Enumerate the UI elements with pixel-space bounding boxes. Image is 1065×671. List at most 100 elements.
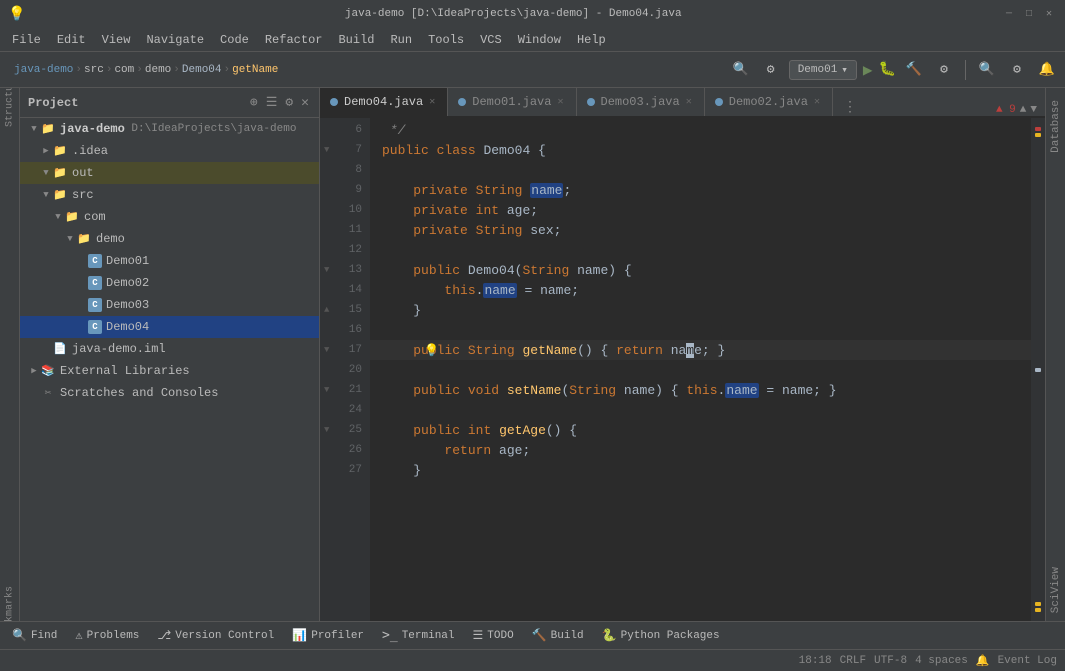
tree-label: External Libraries bbox=[60, 364, 190, 378]
project-panel-title: Project bbox=[28, 96, 244, 110]
more-run-tools[interactable]: ⚙ bbox=[932, 58, 956, 82]
search-button[interactable]: 🔍 bbox=[975, 58, 999, 82]
search-everywhere-button[interactable]: 🔍 bbox=[729, 58, 753, 82]
close-button[interactable]: ✕ bbox=[1041, 6, 1057, 22]
settings-gear-button[interactable]: ⚙ bbox=[1005, 58, 1029, 82]
tree-item-idea[interactable]: ▶ 📁 .idea bbox=[20, 140, 319, 162]
tab-demo02[interactable]: Demo02.java ✕ bbox=[705, 88, 833, 116]
breadcrumb-com[interactable]: com bbox=[114, 64, 134, 76]
highlighted-name-3: name bbox=[725, 383, 758, 398]
profiler-tool-button[interactable]: 📊 Profiler bbox=[284, 624, 372, 648]
breadcrumb-method[interactable]: getName bbox=[232, 64, 278, 76]
tree-item-scratches[interactable]: ▶ ✂ Scratches and Consoles bbox=[20, 382, 319, 404]
project-panel-layout[interactable]: ☰ bbox=[264, 93, 280, 112]
gutter-line-15: ▲ 15 bbox=[320, 300, 370, 320]
project-panel-add[interactable]: ⊕ bbox=[248, 93, 260, 112]
menu-item-file[interactable]: File bbox=[4, 31, 49, 49]
menu-item-window[interactable]: Window bbox=[510, 31, 569, 49]
structure-tab-button[interactable]: Structure bbox=[2, 92, 18, 108]
code-content[interactable]: */ public class Demo04 { private String … bbox=[370, 118, 1031, 621]
build-tool-button[interactable]: 🔨 Build bbox=[524, 624, 592, 648]
sciview-tab-button[interactable]: SciView bbox=[1048, 559, 1064, 621]
profiler-label: Profiler bbox=[311, 630, 364, 642]
tab-close-demo02[interactable]: ✕ bbox=[814, 96, 820, 108]
breadcrumb-class[interactable]: Demo04 bbox=[182, 64, 222, 76]
menu-item-build[interactable]: Build bbox=[330, 31, 382, 49]
tab-close-demo04[interactable]: ✕ bbox=[429, 96, 435, 108]
menu-item-run[interactable]: Run bbox=[382, 31, 420, 49]
code-line-13: public Demo04(String name) { bbox=[370, 260, 1031, 280]
gutter-line-21: ▼ 21 bbox=[320, 380, 370, 400]
title-bar: 💡 java-demo [D:\IdeaProjects\java-demo] … bbox=[0, 0, 1065, 28]
tab-close-demo01[interactable]: ✕ bbox=[557, 96, 563, 108]
menu-item-tools[interactable]: Tools bbox=[420, 31, 472, 49]
tab-demo04[interactable]: Demo04.java ✕ bbox=[320, 88, 448, 116]
error-nav-up[interactable]: ▲ bbox=[1020, 104, 1027, 116]
python-packages-tool-button[interactable]: 🐍 Python Packages bbox=[594, 624, 728, 648]
todo-tool-button[interactable]: ☰ TODO bbox=[465, 624, 522, 648]
menu-item-code[interactable]: Code bbox=[212, 31, 257, 49]
tab-label: Demo02.java bbox=[729, 95, 808, 109]
cursor-position[interactable]: 18:18 bbox=[799, 655, 832, 667]
tree-item-src[interactable]: ▼ 📁 src bbox=[20, 184, 319, 206]
settings-button[interactable]: ⚙ bbox=[759, 58, 783, 82]
menu-item-navigate[interactable]: Navigate bbox=[138, 31, 212, 49]
maximize-button[interactable]: □ bbox=[1021, 6, 1037, 22]
indent[interactable]: 4 spaces bbox=[915, 655, 968, 667]
java-class-icon: C bbox=[88, 298, 102, 312]
find-tool-button[interactable]: 🔍 Find bbox=[4, 624, 65, 648]
project-panel-settings[interactable]: ⚙ bbox=[283, 93, 295, 112]
tree-item-out[interactable]: ▼ 📁 out bbox=[20, 162, 319, 184]
terminal-tool-button[interactable]: >_ Terminal bbox=[374, 624, 462, 648]
fold-button[interactable]: ▲ bbox=[324, 305, 329, 315]
breadcrumb-project[interactable]: java-demo bbox=[14, 64, 73, 76]
tree-item-demo[interactable]: ▼ 📁 demo bbox=[20, 228, 319, 250]
debug-button[interactable]: 🐛 bbox=[879, 61, 896, 78]
database-tab-button[interactable]: Database bbox=[1048, 92, 1064, 161]
fold-button[interactable]: ▼ bbox=[324, 145, 329, 155]
menu-item-edit[interactable]: Edit bbox=[49, 31, 94, 49]
tree-item-demo02[interactable]: C Demo02 bbox=[20, 272, 319, 294]
tree-item-demo01[interactable]: C Demo01 bbox=[20, 250, 319, 272]
gutter-line-9: 9 bbox=[320, 180, 370, 200]
tree-item-demo04[interactable]: C Demo04 bbox=[20, 316, 319, 338]
tree-item-demo03[interactable]: C Demo03 bbox=[20, 294, 319, 316]
event-log-label[interactable]: Event Log bbox=[998, 655, 1057, 667]
fold-button[interactable]: ▼ bbox=[324, 425, 329, 435]
tree-label: demo bbox=[96, 232, 125, 246]
tab-close-demo03[interactable]: ✕ bbox=[686, 96, 692, 108]
tab-demo03[interactable]: Demo03.java ✕ bbox=[577, 88, 705, 116]
notifications-button[interactable]: 🔔 bbox=[1035, 58, 1059, 82]
project-panel-close[interactable]: ✕ bbox=[299, 93, 311, 112]
breadcrumb-src[interactable]: src bbox=[84, 64, 104, 76]
encoding[interactable]: UTF-8 bbox=[874, 655, 907, 667]
menu-item-help[interactable]: Help bbox=[569, 31, 614, 49]
run-button[interactable]: ▶ bbox=[863, 60, 873, 80]
error-nav-down[interactable]: ▼ bbox=[1030, 104, 1037, 116]
fold-button[interactable]: ▼ bbox=[324, 345, 329, 355]
bookmarks-tab-button[interactable]: Bookmarks bbox=[2, 605, 18, 621]
tree-item-root[interactable]: ▼ 📁 java-demo D:\IdeaProjects\java-demo bbox=[20, 118, 319, 140]
tree-item-iml[interactable]: ▶ 📄 java-demo.iml bbox=[20, 338, 319, 360]
minimize-button[interactable]: ─ bbox=[1001, 6, 1017, 22]
run-config-selector[interactable]: Demo01 ▾ bbox=[789, 60, 857, 80]
fold-button[interactable]: ▼ bbox=[324, 265, 329, 275]
line-ending[interactable]: CRLF bbox=[840, 655, 866, 667]
notifications-icon[interactable]: 🔔 bbox=[976, 654, 990, 668]
tree-item-external-libs[interactable]: ▶ 📚 External Libraries bbox=[20, 360, 319, 382]
tree-item-com[interactable]: ▼ 📁 com bbox=[20, 206, 319, 228]
version-control-tool-button[interactable]: ⎇ Version Control bbox=[149, 624, 282, 648]
tab-overflow-button[interactable]: ⋮ bbox=[837, 99, 863, 116]
build-button[interactable]: 🔨 bbox=[902, 58, 926, 82]
libraries-icon: 📚 bbox=[40, 363, 56, 379]
menu-item-view[interactable]: View bbox=[94, 31, 139, 49]
fold-button[interactable]: ▼ bbox=[324, 385, 329, 395]
breadcrumb-demo[interactable]: demo bbox=[145, 64, 171, 76]
menu-item-refactor[interactable]: Refactor bbox=[257, 31, 331, 49]
menu-item-vcs[interactable]: VCS bbox=[472, 31, 510, 49]
code-line-16 bbox=[370, 320, 1031, 340]
app-icon: 💡 bbox=[8, 6, 25, 23]
tab-demo01[interactable]: Demo01.java ✕ bbox=[448, 88, 576, 116]
problems-tool-button[interactable]: ⚠ Problems bbox=[67, 624, 147, 648]
profiler-icon: 📊 bbox=[292, 628, 307, 643]
